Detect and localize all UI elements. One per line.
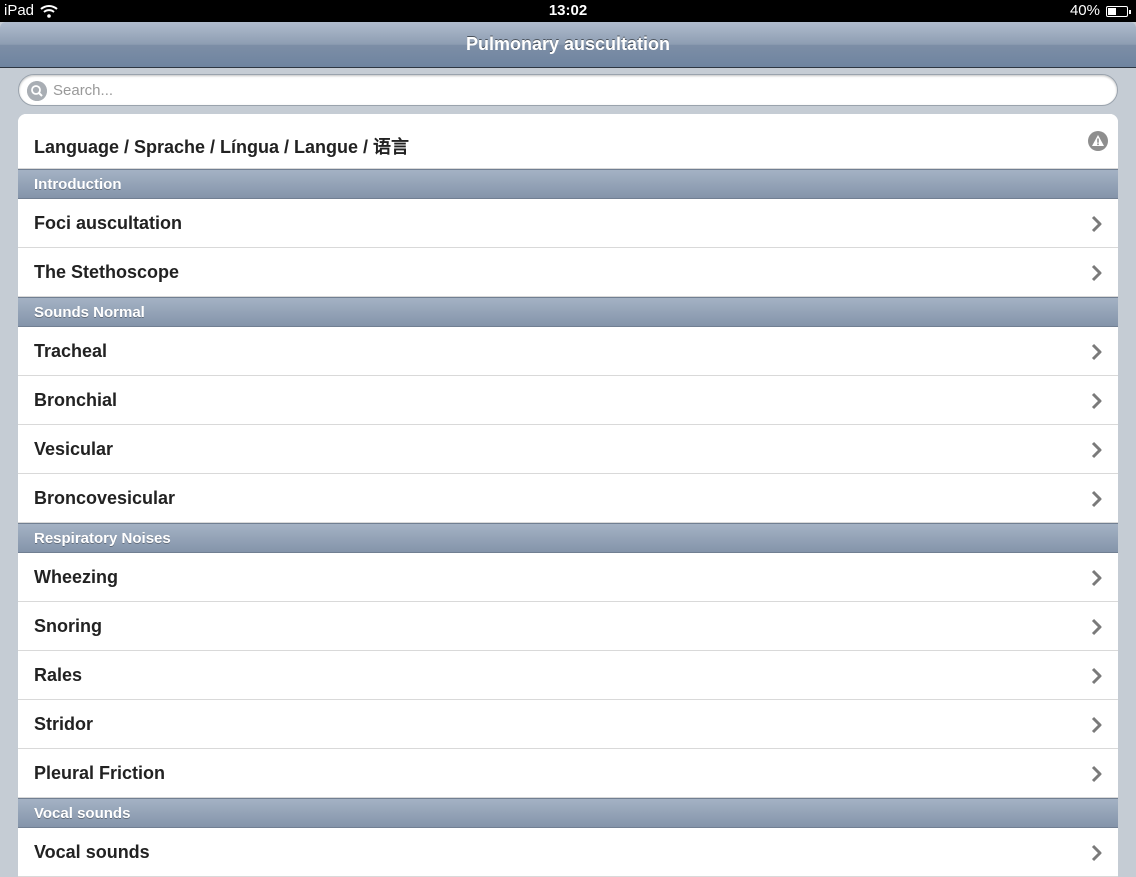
- list-item[interactable]: Pleural Friction: [18, 749, 1118, 798]
- chevron-right-icon: [1091, 343, 1102, 361]
- list-item[interactable]: Bronchial: [18, 376, 1118, 425]
- chevron-right-icon: [1091, 441, 1102, 459]
- list-item-label: Bronchial: [34, 390, 118, 410]
- search-field[interactable]: [18, 74, 1118, 106]
- status-bar: iPad 13:02 40%: [0, 0, 1136, 22]
- battery-icon: [1106, 5, 1131, 17]
- chevron-right-icon: [1091, 264, 1102, 282]
- search-icon: [27, 81, 47, 101]
- list-item[interactable]: Stridor: [18, 700, 1118, 749]
- section-title: Sounds Normal: [34, 304, 145, 321]
- navigation-bar: Pulmonary auscultation: [0, 22, 1136, 68]
- status-time: 13:02: [548, 2, 588, 19]
- chevron-right-icon: [1091, 667, 1102, 685]
- list-item-label: Vocal sounds: [34, 842, 150, 862]
- section-header: Respiratory Noises: [18, 523, 1118, 553]
- list-item[interactable]: Rales: [18, 651, 1118, 700]
- battery-percent: 40%: [1069, 2, 1100, 19]
- list-item[interactable]: Vocal sounds: [18, 828, 1118, 877]
- battery-fill: [1108, 7, 1116, 15]
- section-header: Sounds Normal: [18, 297, 1118, 327]
- list-item[interactable]: The Stethoscope: [18, 248, 1118, 297]
- list-item-label: Pleural Friction: [34, 763, 166, 783]
- page-title: Pulmonary auscultation: [465, 34, 671, 54]
- chevron-right-icon: [1091, 490, 1102, 508]
- list-item-label: Tracheal: [34, 341, 108, 361]
- section-header: Vocal sounds: [18, 798, 1118, 828]
- list-item[interactable]: Broncovesicular: [18, 474, 1118, 523]
- list-item-label: Wheezing: [34, 567, 118, 587]
- list-item-label: Foci auscultation: [34, 213, 183, 233]
- section-header: Introduction: [18, 169, 1118, 199]
- menu-list: Language / Sprache / Língua / Langue / 语…: [18, 114, 1118, 877]
- list-item-label: Broncovesicular: [34, 488, 176, 508]
- section-title: Respiratory Noises: [34, 530, 171, 547]
- chevron-right-icon: [1091, 765, 1102, 783]
- list-item[interactable]: Wheezing: [18, 553, 1118, 602]
- search-input[interactable]: [53, 75, 1103, 105]
- list-item[interactable]: Foci auscultation: [18, 199, 1118, 248]
- section-title: Introduction: [34, 176, 122, 193]
- list-item[interactable]: Tracheal: [18, 327, 1118, 376]
- chevron-right-icon: [1091, 392, 1102, 410]
- language-row[interactable]: Language / Sprache / Língua / Langue / 语…: [18, 114, 1118, 169]
- chevron-right-icon: [1091, 844, 1102, 862]
- list-item-label: Snoring: [34, 616, 102, 636]
- section-title: Vocal sounds: [34, 805, 131, 822]
- chevron-right-icon: [1091, 618, 1102, 636]
- list-item-label: Rales: [34, 665, 83, 685]
- list-item-label: Stridor: [34, 714, 94, 734]
- status-right: 40%: [1069, 2, 1131, 19]
- search-bar: [0, 68, 1136, 114]
- chevron-right-icon: [1091, 569, 1102, 587]
- list-item[interactable]: Snoring: [18, 602, 1118, 651]
- list-item[interactable]: Vesicular: [18, 425, 1118, 474]
- list-item-label: Vesicular: [34, 439, 114, 459]
- chevron-right-icon: [1091, 215, 1102, 233]
- list-item-label: The Stethoscope: [34, 262, 180, 282]
- chevron-right-icon: [1091, 716, 1102, 734]
- language-label: Language / Sprache / Língua / Langue / 语…: [34, 137, 410, 157]
- warning-icon: [1088, 131, 1108, 151]
